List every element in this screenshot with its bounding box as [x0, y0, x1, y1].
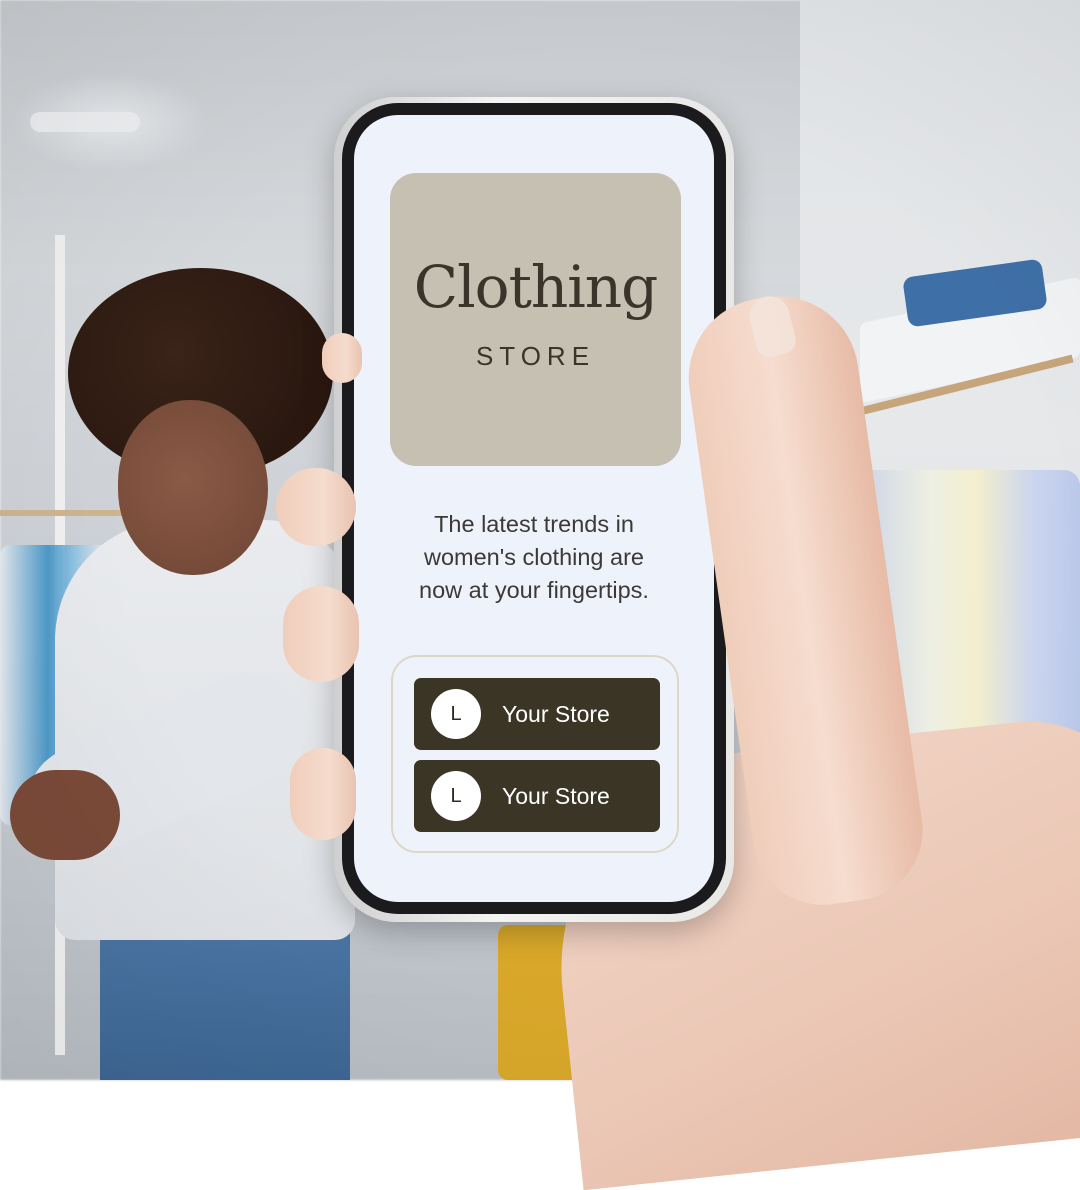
store-logo-icon: L [431, 689, 481, 739]
tagline: The latest trends in women's clothing ar… [384, 508, 684, 607]
finger [290, 748, 356, 840]
store-link-button[interactable]: L Your Store [414, 678, 660, 750]
store-logo-icon: L [431, 771, 481, 821]
finger [283, 586, 359, 682]
finger [276, 468, 356, 546]
store-link-label: Your Store [502, 782, 610, 809]
store-logo-card: Clothing STORE [390, 173, 681, 466]
links-container: L Your Store L Your Store [391, 655, 679, 853]
logo-subtitle: STORE [475, 341, 596, 371]
store-link-label: Your Store [502, 700, 610, 727]
phone-screen: Clothing STORE The latest trends in wome… [354, 115, 714, 902]
store-link-button[interactable]: L Your Store [414, 760, 660, 832]
tagline-line: The latest trends in [434, 511, 634, 537]
phone-bezel: Clothing STORE The latest trends in wome… [342, 103, 726, 914]
tagline-line: women's clothing are [423, 544, 644, 570]
phone-mockup: Clothing STORE The latest trends in wome… [334, 97, 734, 922]
finger-tip [322, 333, 362, 383]
logo-title: Clothing [413, 253, 659, 321]
tagline-line: now at your fingertips. [419, 577, 649, 603]
